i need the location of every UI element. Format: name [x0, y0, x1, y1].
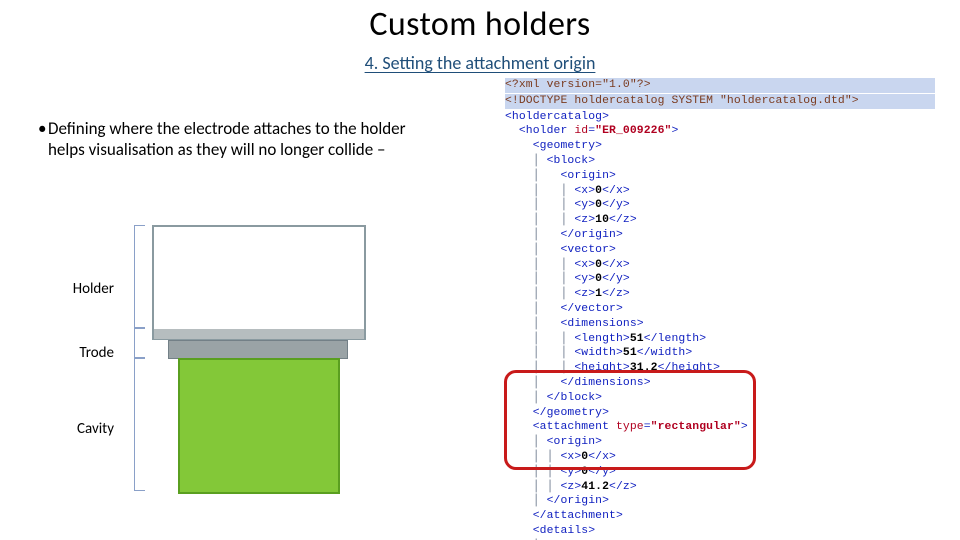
- bracket-trode: [134, 327, 145, 359]
- shape-trode-plate: [152, 329, 366, 340]
- body-bullet: •Defining where the electrode attaches t…: [38, 118, 433, 161]
- label-cavity: Cavity: [58, 420, 114, 438]
- bracket-holder: [134, 225, 145, 329]
- label-holder: Holder: [58, 280, 114, 298]
- xml-listing: <?xml version="1.0"?> <!DOCTYPE holderca…: [505, 78, 945, 540]
- slide-title: Custom holders: [0, 4, 960, 45]
- shape-trode-stem: [168, 340, 348, 359]
- slide-subtitle: 4. Setting the attachment origin: [0, 52, 960, 74]
- bracket-cavity: [134, 357, 145, 491]
- bullet-text: Defining where the electrode attaches to…: [48, 118, 418, 161]
- shape-holder: [152, 225, 366, 331]
- label-trode: Trode: [58, 344, 114, 362]
- shape-cavity: [178, 358, 340, 494]
